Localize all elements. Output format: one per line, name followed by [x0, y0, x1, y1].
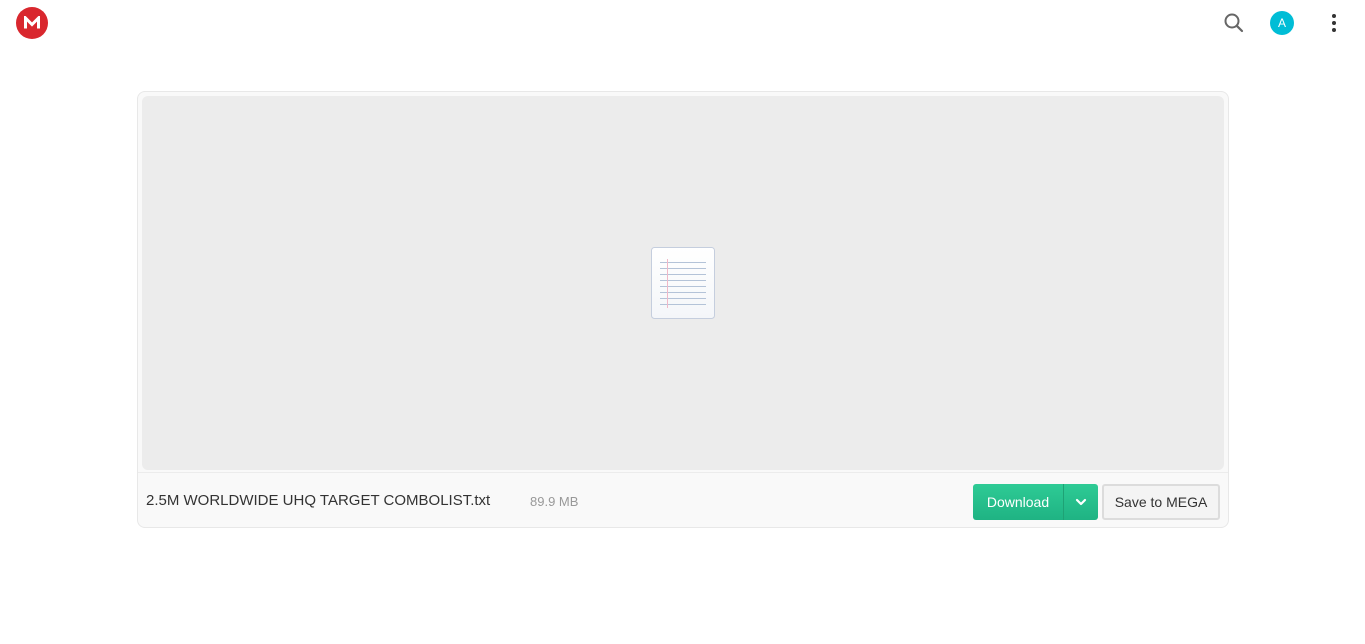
avatar[interactable]: A: [1270, 11, 1294, 35]
more-vertical-icon-dot: [1332, 28, 1336, 32]
file-info-bar: 2.5M WORLDWIDE UHQ TARGET COMBOLIST.txt …: [138, 472, 1228, 527]
save-to-mega-button[interactable]: Save to MEGA: [1102, 484, 1220, 520]
text-document-icon: [651, 247, 715, 319]
download-button-group: Download: [973, 484, 1098, 520]
mega-logo[interactable]: [16, 7, 48, 39]
more-vertical-icon: [1332, 14, 1336, 18]
search-icon: [1224, 13, 1244, 33]
more-menu-button[interactable]: [1322, 11, 1346, 35]
search-button[interactable]: [1222, 11, 1246, 35]
mega-logo-icon: [24, 16, 40, 29]
file-card: 2.5M WORLDWIDE UHQ TARGET COMBOLIST.txt …: [137, 91, 1229, 528]
more-vertical-icon-dot: [1332, 21, 1336, 25]
top-bar: A: [0, 0, 1365, 46]
chevron-down-icon: [1075, 498, 1087, 506]
file-preview: [142, 96, 1224, 470]
download-options-button[interactable]: [1064, 484, 1098, 520]
file-name: 2.5M WORLDWIDE UHQ TARGET COMBOLIST.txt: [146, 492, 491, 509]
file-size: 89.9 MB: [530, 494, 579, 509]
download-button[interactable]: Download: [973, 484, 1064, 520]
avatar-initial: A: [1277, 16, 1286, 30]
